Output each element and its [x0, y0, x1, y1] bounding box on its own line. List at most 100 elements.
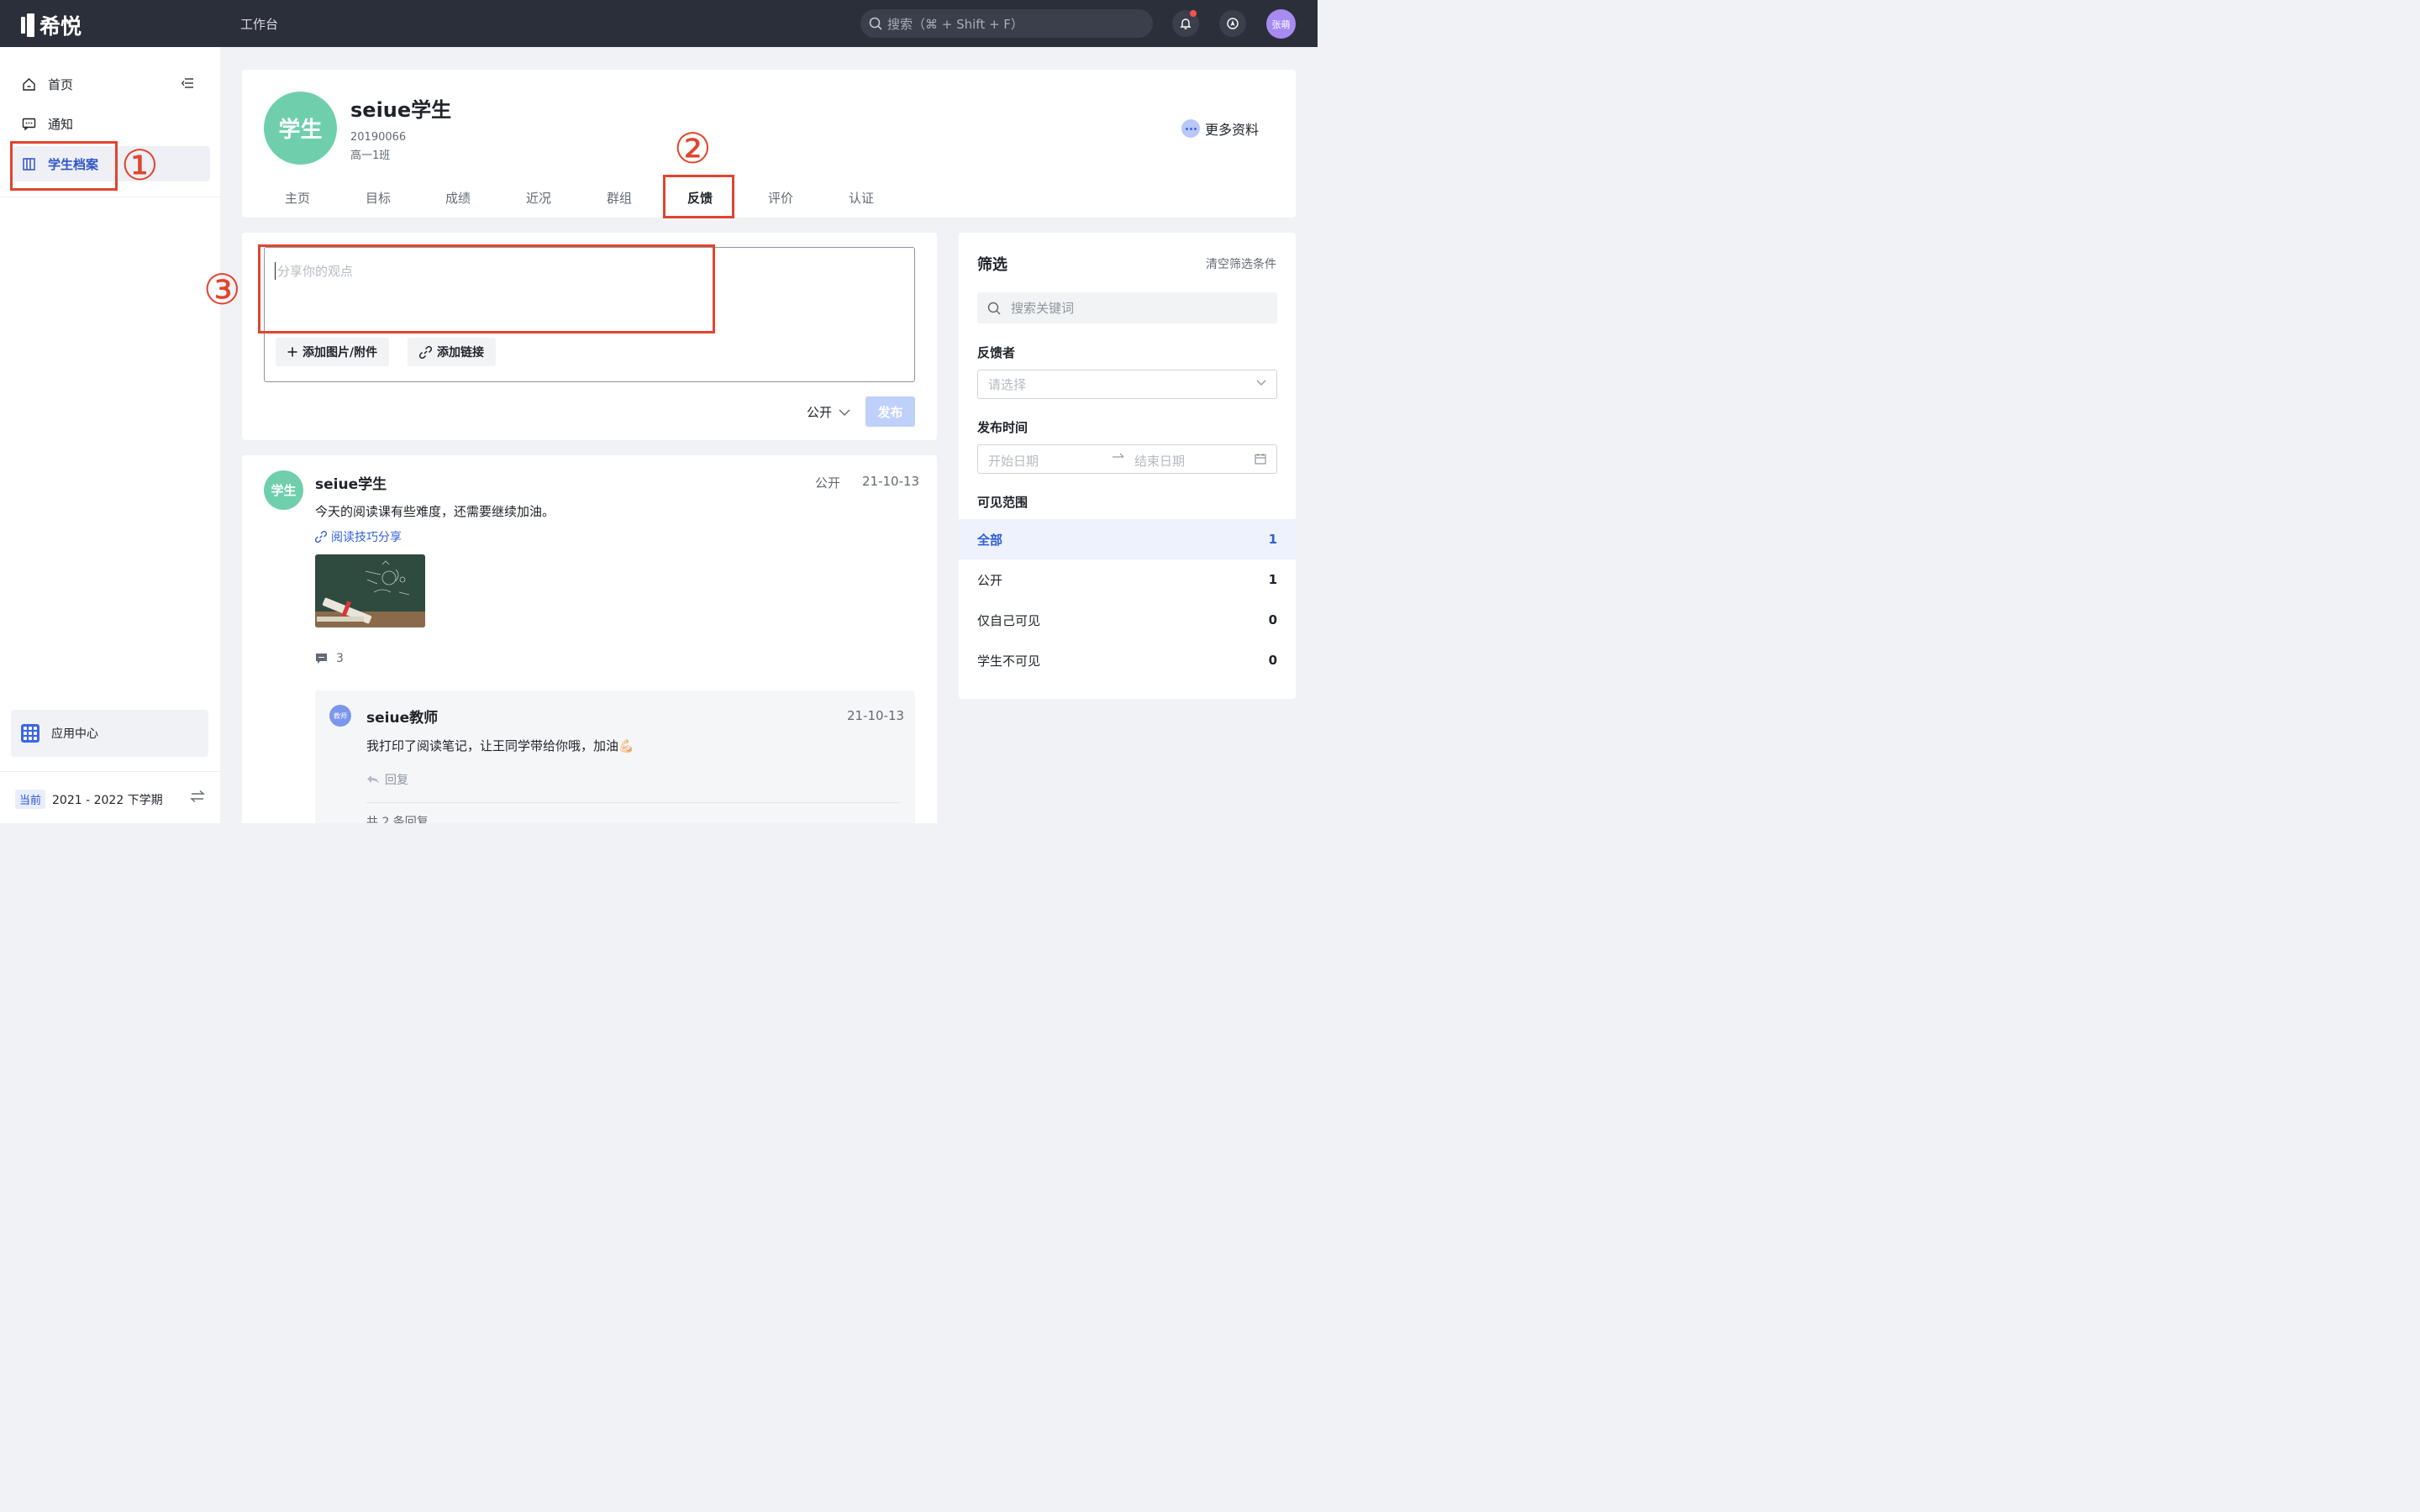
scope-option-public[interactable]: 公开 1 — [959, 559, 1296, 600]
scope-label: 可见范围 — [977, 495, 1028, 510]
reply-thread: 教师 seiue教师 21-10-13 我打印了阅读笔记，让王同学带给你哦，加油… — [315, 690, 915, 823]
tab-evaluation[interactable]: 评价 — [768, 189, 793, 207]
sidebar-divider — [0, 771, 220, 772]
scope-option-hidden-from-student[interactable]: 学生不可见 0 — [959, 640, 1296, 680]
post-author-avatar: 学生 — [264, 470, 303, 510]
term-switcher[interactable]: 当前 2021 - 2022 下学期 — [15, 790, 208, 809]
reply-author: seiue教师 — [366, 710, 439, 727]
nav-workbench[interactable]: 工作台 — [240, 15, 278, 33]
scope-option-count: 0 — [1268, 653, 1277, 668]
sidebar-item-label: 通知 — [48, 116, 74, 132]
add-link-button[interactable]: 添加链接 — [408, 338, 496, 366]
visibility-value: 公开 — [807, 405, 833, 420]
scope-option-count: 1 — [1268, 572, 1277, 587]
scope-option-all[interactable]: 全部 1 — [959, 519, 1296, 559]
logo-mark-icon — [21, 13, 36, 37]
reply-arrow-icon — [367, 775, 379, 784]
feedbacker-select[interactable]: 请选择 — [977, 370, 1277, 399]
post-image-thumbnail[interactable] — [315, 554, 425, 627]
add-link-label: 添加链接 — [437, 346, 484, 360]
unread-dot — [1190, 10, 1197, 17]
annotation-number-2: ② — [674, 124, 712, 173]
collapse-icon — [181, 78, 193, 88]
scope-option-count: 1 — [1268, 532, 1277, 547]
more-icon — [1181, 119, 1200, 138]
tab-goals[interactable]: 目标 — [366, 189, 391, 207]
sidebar-item-home[interactable]: 首页 — [12, 66, 210, 102]
scope-option-label: 学生不可见 — [977, 653, 1041, 669]
app-center-button[interactable]: 应用中心 — [11, 710, 208, 757]
term-label: 2021 - 2022 下学期 — [52, 793, 163, 807]
clear-filters-button[interactable]: 清空筛选条件 — [1206, 255, 1276, 272]
comment-icon — [316, 654, 327, 664]
more-replies-label: 共 2 条回复 — [366, 816, 429, 823]
reply-date: 21-10-13 — [847, 708, 905, 723]
annotation-box-1 — [10, 141, 118, 191]
tab-home[interactable]: 主页 — [285, 189, 310, 207]
chevron-down-icon — [839, 409, 850, 416]
post-visibility: 公开 — [815, 475, 841, 491]
visibility-select[interactable]: 公开 — [807, 403, 850, 421]
app-name: 希悦 — [39, 14, 82, 39]
date-range-picker[interactable]: 开始日期 结束日期 — [977, 444, 1277, 474]
start-date-input[interactable]: 开始日期 — [988, 452, 1039, 470]
student-avatar: 学生 — [264, 92, 337, 165]
scope-option-label: 全部 — [977, 532, 1003, 548]
tab-recent[interactable]: 近况 — [526, 189, 551, 207]
reply-divider — [366, 802, 901, 803]
student-class: 高一1班 — [350, 150, 391, 162]
publish-button[interactable]: 发布 — [865, 396, 915, 427]
app-center-label: 应用中心 — [51, 727, 98, 741]
feedback-post: 学生 seiue学生 公开 21-10-13 今天的阅读课有些难度，还需要继续加… — [242, 455, 937, 823]
user-avatar[interactable]: 张萌 — [1266, 9, 1296, 39]
help-button[interactable] — [1219, 10, 1246, 37]
tab-groups[interactable]: 群组 — [607, 189, 632, 207]
app-logo[interactable]: 希悦 — [21, 10, 82, 40]
post-date: 21-10-13 — [862, 474, 920, 489]
student-id: 20190066 — [350, 131, 407, 144]
keyword-search-input[interactable]: 搜索关键词 — [977, 292, 1277, 323]
chevron-down-icon — [1256, 380, 1266, 386]
search-placeholder: 搜索（⌘ + Shift + F） — [887, 16, 1023, 32]
swap-icon[interactable] — [190, 790, 205, 803]
notification-button[interactable] — [1172, 10, 1199, 37]
scope-option-label: 仅自己可见 — [977, 612, 1041, 628]
tab-certification[interactable]: 认证 — [849, 189, 874, 207]
sidebar-item-label: 首页 — [48, 76, 74, 92]
post-link[interactable]: 阅读技巧分享 — [315, 528, 402, 545]
link-icon — [315, 531, 327, 543]
search-icon — [987, 302, 1001, 315]
reply-button[interactable]: 回复 — [366, 771, 408, 788]
add-attachment-label: 添加图片/附件 — [302, 346, 378, 360]
scope-option-self-only[interactable]: 仅自己可见 0 — [959, 600, 1296, 640]
calendar-icon — [1255, 454, 1266, 465]
collapse-sidebar-button[interactable] — [181, 77, 194, 92]
post-text: 今天的阅读课有些难度，还需要继续加油。 — [315, 504, 555, 519]
annotation-box-2 — [663, 175, 734, 218]
compass-icon — [1227, 18, 1239, 29]
reply-label: 回复 — [385, 774, 408, 787]
comment-count-value: 3 — [336, 652, 344, 665]
end-date-input[interactable]: 结束日期 — [1134, 452, 1185, 470]
scope-option-count: 0 — [1268, 612, 1277, 627]
bell-icon — [1180, 18, 1192, 29]
feedbacker-label: 反馈者 — [977, 345, 1016, 360]
sidebar-item-notice[interactable]: 通知 — [12, 106, 210, 141]
comment-count[interactable]: 3 — [315, 652, 344, 665]
annotation-number-1: ① — [121, 141, 159, 190]
keyword-search-placeholder: 搜索关键词 — [1011, 301, 1075, 316]
post-author: seiue学生 — [315, 476, 387, 493]
reply-text: 我打印了阅读笔记，让王同学带给你哦，加油💪🏻 — [366, 738, 634, 753]
annotation-box-3 — [258, 244, 715, 333]
reply-author-avatar: 教师 — [329, 705, 351, 727]
post-link-label: 阅读技巧分享 — [331, 531, 402, 544]
add-attachment-button[interactable]: 添加图片/附件 — [276, 338, 390, 366]
more-replies-toggle[interactable]: 共 2 条回复 — [366, 813, 429, 823]
more-info-button[interactable]: 更多资料 — [1181, 118, 1259, 139]
top-bar: 希悦 工作台 搜索（⌘ + Shift + F） 张萌 — [0, 0, 1318, 47]
annotation-number-3: ③ — [203, 265, 241, 314]
chalkboard-image — [315, 554, 425, 627]
filter-title: 筛选 — [977, 256, 1007, 274]
global-search[interactable]: 搜索（⌘ + Shift + F） — [860, 9, 1153, 38]
tab-grades[interactable]: 成绩 — [445, 189, 471, 207]
